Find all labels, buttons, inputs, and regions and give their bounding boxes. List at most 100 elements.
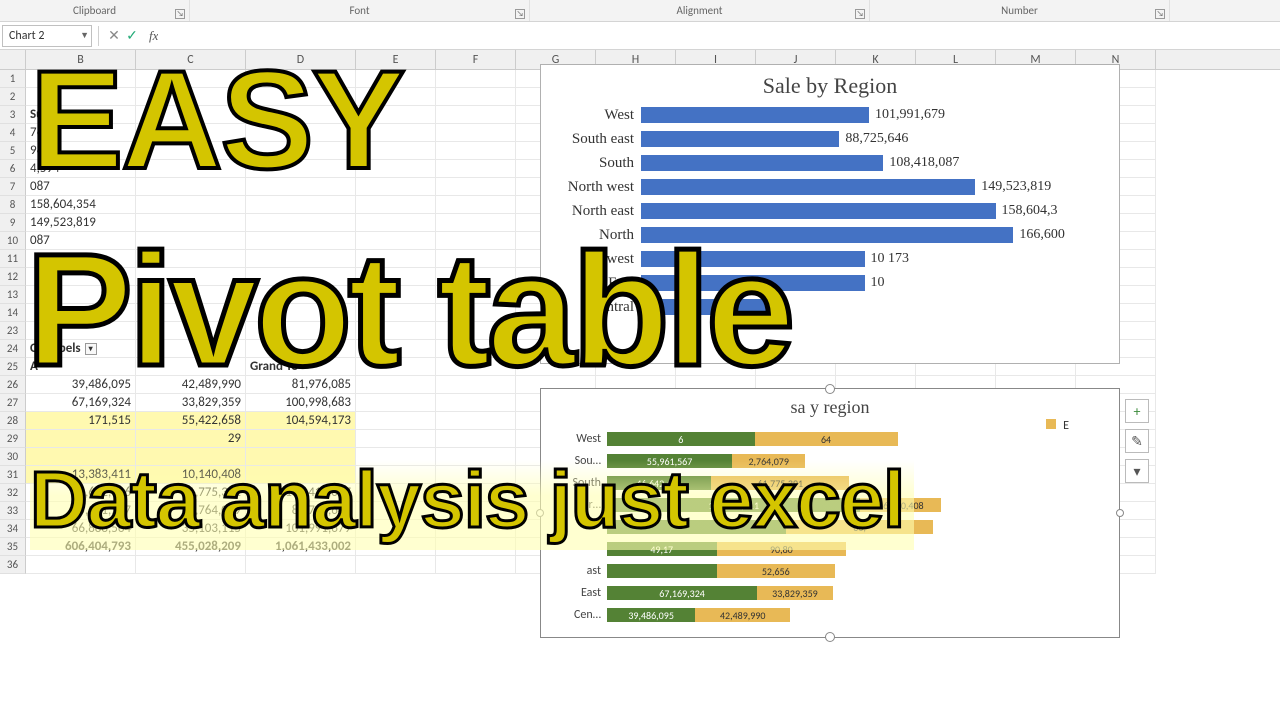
clipboard-launcher-icon[interactable]: ↘ bbox=[175, 9, 185, 19]
row-header[interactable]: 26 bbox=[0, 376, 26, 394]
cell[interactable] bbox=[436, 88, 516, 106]
cell[interactable] bbox=[436, 340, 516, 358]
cell[interactable] bbox=[436, 304, 516, 322]
row-header[interactable]: 30 bbox=[0, 448, 26, 466]
cell[interactable]: A bbox=[26, 358, 136, 376]
cell[interactable] bbox=[246, 268, 356, 286]
cell[interactable] bbox=[436, 106, 516, 124]
cell[interactable]: 171,515 bbox=[26, 412, 136, 430]
cell[interactable]: 29 bbox=[136, 430, 246, 448]
row-header[interactable]: 14 bbox=[0, 304, 26, 322]
cell[interactable] bbox=[436, 430, 516, 448]
row-header[interactable]: 27 bbox=[0, 394, 26, 412]
cell[interactable] bbox=[356, 70, 436, 88]
alignment-launcher-icon[interactable]: ↘ bbox=[855, 9, 865, 19]
cell[interactable] bbox=[136, 124, 246, 142]
column-header[interactable]: E bbox=[356, 50, 436, 69]
cell[interactable] bbox=[356, 232, 436, 250]
cell[interactable] bbox=[136, 556, 246, 574]
row-header[interactable]: 11 bbox=[0, 250, 26, 268]
cell[interactable] bbox=[246, 466, 356, 484]
cell[interactable] bbox=[136, 250, 246, 268]
row-header[interactable]: 24 bbox=[0, 340, 26, 358]
cell[interactable]: 149,523,819 bbox=[26, 214, 136, 232]
cell[interactable] bbox=[356, 340, 436, 358]
cell[interactable] bbox=[246, 340, 356, 358]
cell[interactable]: 32,764,079 bbox=[136, 502, 246, 520]
cell[interactable] bbox=[436, 196, 516, 214]
select-all-corner[interactable] bbox=[0, 50, 26, 69]
cell[interactable]: 35,103,115 bbox=[136, 520, 246, 538]
cell[interactable] bbox=[246, 106, 356, 124]
cell[interactable] bbox=[356, 124, 436, 142]
cell[interactable] bbox=[356, 358, 436, 376]
cell[interactable] bbox=[246, 124, 356, 142]
cell[interactable]: 39,486,095 bbox=[26, 376, 136, 394]
cell[interactable]: 1,061,433,002 bbox=[246, 538, 356, 556]
cell[interactable]: 76,0 bbox=[26, 124, 136, 142]
row-header[interactable]: 5 bbox=[0, 142, 26, 160]
cell[interactable]: 455,028,209 bbox=[136, 538, 246, 556]
cell[interactable] bbox=[136, 286, 246, 304]
row-header[interactable]: 31 bbox=[0, 466, 26, 484]
row-header[interactable]: 28 bbox=[0, 412, 26, 430]
chevron-down-icon[interactable]: ▼ bbox=[80, 30, 89, 41]
cell[interactable] bbox=[356, 556, 436, 574]
row-header[interactable]: 10 bbox=[0, 232, 26, 250]
cell[interactable]: 88,725,646 bbox=[246, 502, 356, 520]
cell[interactable] bbox=[136, 322, 246, 340]
cell[interactable] bbox=[136, 196, 246, 214]
cell[interactable] bbox=[26, 556, 136, 574]
cell[interactable] bbox=[356, 106, 436, 124]
cell[interactable] bbox=[26, 88, 136, 106]
row-header[interactable]: 8 bbox=[0, 196, 26, 214]
column-header[interactable]: B bbox=[26, 50, 136, 69]
cell[interactable] bbox=[246, 232, 356, 250]
cell[interactable] bbox=[436, 322, 516, 340]
cell[interactable] bbox=[436, 268, 516, 286]
cell[interactable]: Su bbox=[26, 106, 136, 124]
cell[interactable]: 13,383,411 bbox=[26, 466, 136, 484]
cell[interactable] bbox=[136, 358, 246, 376]
row-header[interactable]: 9 bbox=[0, 214, 26, 232]
cell[interactable] bbox=[436, 520, 516, 538]
cell[interactable] bbox=[246, 214, 356, 232]
cancel-formula-icon[interactable]: ✕ bbox=[105, 27, 123, 45]
cell[interactable] bbox=[356, 412, 436, 430]
cell[interactable]: 087 bbox=[26, 232, 136, 250]
cell[interactable]: 55,961,567 bbox=[26, 502, 136, 520]
accept-formula-icon[interactable]: ✓ bbox=[123, 27, 141, 45]
row-header[interactable]: 2 bbox=[0, 88, 26, 106]
row-header[interactable]: 35 bbox=[0, 538, 26, 556]
row-header[interactable]: 7 bbox=[0, 178, 26, 196]
cell[interactable]: 087 bbox=[26, 178, 136, 196]
cell[interactable]: 104,594,173 bbox=[246, 412, 356, 430]
cell[interactable] bbox=[356, 538, 436, 556]
cell[interactable] bbox=[436, 538, 516, 556]
cell[interactable] bbox=[26, 430, 136, 448]
cell[interactable] bbox=[436, 466, 516, 484]
cell[interactable] bbox=[356, 448, 436, 466]
cell[interactable] bbox=[436, 394, 516, 412]
row-header[interactable]: 1 bbox=[0, 70, 26, 88]
cell[interactable] bbox=[356, 484, 436, 502]
chart-sale-by-region-stacked[interactable]: + ✎ ▾ sa y region E West664Sou…55,961,56… bbox=[540, 388, 1120, 638]
cell[interactable]: 33,829,359 bbox=[136, 394, 246, 412]
cell[interactable] bbox=[436, 484, 516, 502]
cell[interactable] bbox=[436, 214, 516, 232]
row-header[interactable]: 13 bbox=[0, 286, 26, 304]
cell[interactable] bbox=[356, 160, 436, 178]
cell[interactable] bbox=[356, 286, 436, 304]
cell[interactable] bbox=[436, 232, 516, 250]
cell[interactable] bbox=[26, 250, 136, 268]
cell[interactable] bbox=[136, 142, 246, 160]
cell[interactable] bbox=[436, 178, 516, 196]
cell[interactable]: 606,404,793 bbox=[26, 538, 136, 556]
cell[interactable] bbox=[246, 88, 356, 106]
cell[interactable] bbox=[246, 286, 356, 304]
cell[interactable] bbox=[136, 88, 246, 106]
cell[interactable] bbox=[356, 214, 436, 232]
column-header[interactable]: D bbox=[246, 50, 356, 69]
cell[interactable] bbox=[246, 304, 356, 322]
column-header[interactable]: C bbox=[136, 50, 246, 69]
